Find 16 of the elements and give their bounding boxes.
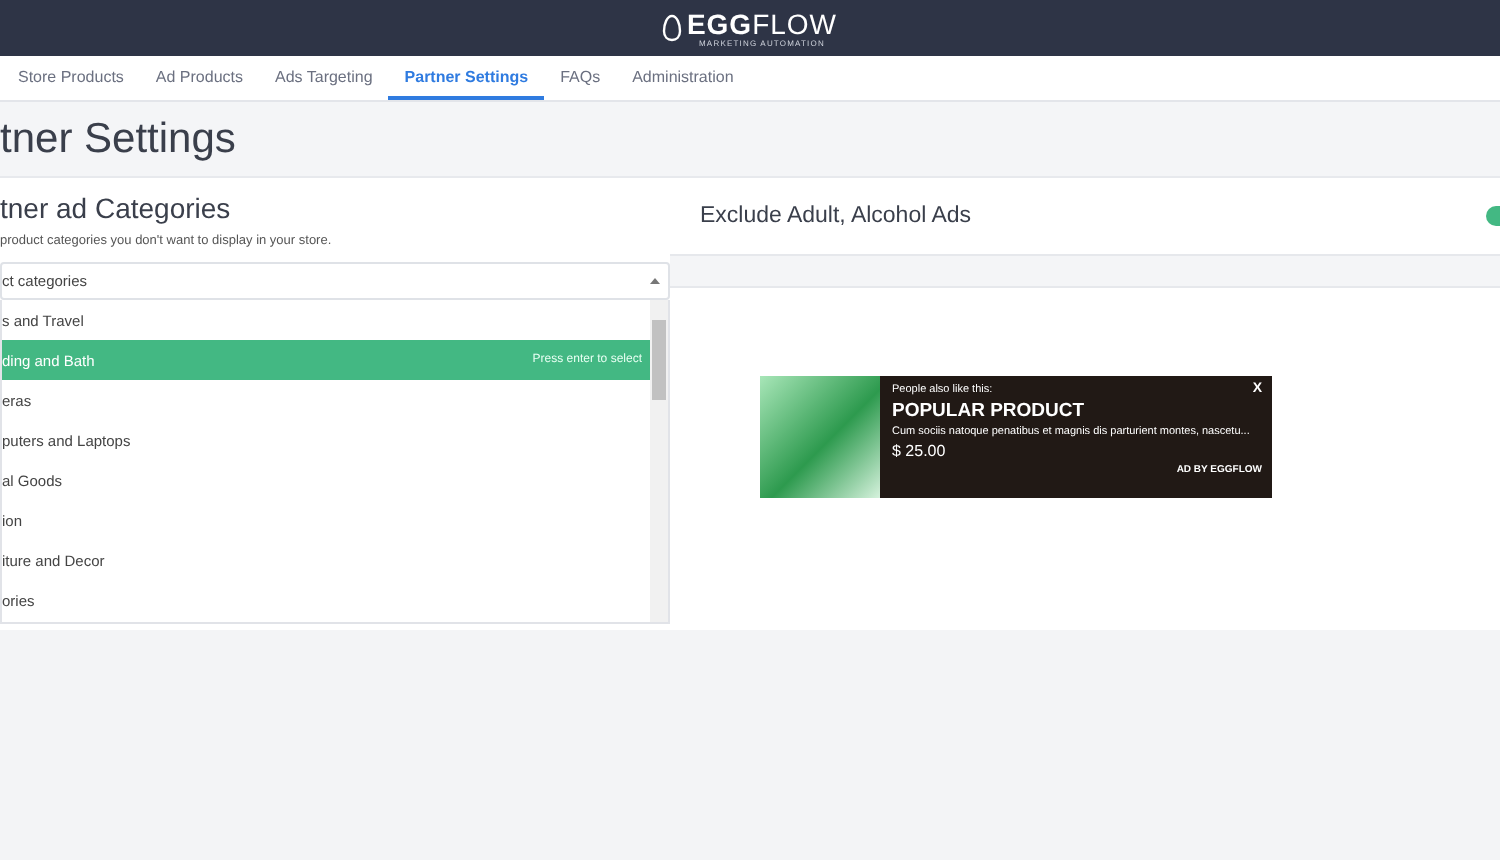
- ad-title: POPULAR PRODUCT: [892, 398, 1087, 424]
- nav-tab[interactable]: Ad Products: [139, 56, 259, 100]
- nav-tab[interactable]: Ads Targeting: [259, 56, 389, 100]
- nav-tab[interactable]: Administration: [616, 56, 750, 100]
- toggle-switch[interactable]: [1486, 206, 1500, 226]
- egg-logo-icon: [662, 14, 683, 42]
- caret-icon: [650, 278, 660, 284]
- nav-tab[interactable]: Store Products: [2, 56, 140, 100]
- section-title: tner ad Categories: [0, 190, 233, 226]
- scrollbar[interactable]: [650, 300, 668, 622]
- setting-label: Exclude Adult, Alcohol Ads: [700, 204, 972, 228]
- ad-price: $ 25.00: [892, 440, 948, 464]
- page-title: tner Settings: [0, 114, 238, 166]
- logo-text: EGGFLOW: [686, 9, 838, 37]
- nav-tab[interactable]: FAQs: [544, 56, 617, 100]
- photo-placeholder: [760, 376, 880, 498]
